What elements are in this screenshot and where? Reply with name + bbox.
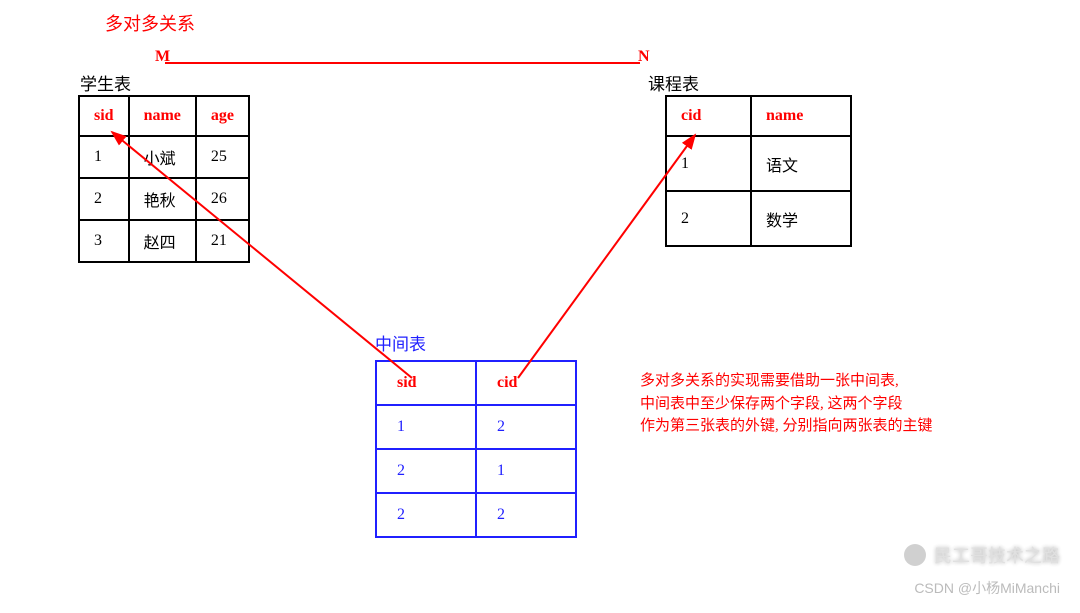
cell: 3 bbox=[79, 220, 129, 262]
table-row: 2 2 bbox=[376, 493, 576, 537]
table-row: 2 1 bbox=[376, 449, 576, 493]
junction-header-sid: sid bbox=[376, 361, 476, 405]
course-table-label: 课程表 bbox=[648, 70, 699, 95]
cell: 2 bbox=[476, 493, 576, 537]
wechat-icon bbox=[904, 544, 926, 566]
junction-table-label: 中间表 bbox=[375, 330, 426, 355]
cell: 数学 bbox=[751, 191, 851, 246]
student-header-age: age bbox=[196, 96, 249, 136]
desc-line: 中间表中至少保存两个字段, 这两个字段 bbox=[640, 396, 903, 412]
junction-table: sid cid 1 2 2 1 2 2 bbox=[375, 360, 577, 538]
diagram-title: 多对多关系 bbox=[105, 10, 195, 36]
brand-watermark: 民工哥技术之路 bbox=[904, 542, 1060, 568]
brand-text: 民工哥技术之路 bbox=[934, 542, 1060, 568]
cell: 2 bbox=[476, 405, 576, 449]
table-row: 1 小斌 25 bbox=[79, 136, 249, 178]
student-table: sid name age 1 小斌 25 2 艳秋 26 3 赵四 21 bbox=[78, 95, 250, 263]
course-table: cid name 1 语文 2 数学 bbox=[665, 95, 852, 247]
cell: 赵四 bbox=[129, 220, 196, 262]
cell: 2 bbox=[79, 178, 129, 220]
description-text: 多对多关系的实现需要借助一张中间表, 中间表中至少保存两个字段, 这两个字段 作… bbox=[640, 370, 1020, 438]
course-header-name: name bbox=[751, 96, 851, 136]
relation-line bbox=[165, 62, 640, 64]
cell: 艳秋 bbox=[129, 178, 196, 220]
student-table-label: 学生表 bbox=[80, 70, 131, 95]
csdn-watermark: CSDN @小杨MiManchi bbox=[914, 578, 1060, 598]
cell: 21 bbox=[196, 220, 249, 262]
student-header-name: name bbox=[129, 96, 196, 136]
table-row: 2 艳秋 26 bbox=[79, 178, 249, 220]
desc-line: 作为第三张表的外键, 分别指向两张表的主键 bbox=[640, 418, 933, 434]
cell: 小斌 bbox=[129, 136, 196, 178]
cell: 2 bbox=[376, 449, 476, 493]
cell: 1 bbox=[79, 136, 129, 178]
cell: 2 bbox=[376, 493, 476, 537]
cell: 1 bbox=[376, 405, 476, 449]
desc-line: 多对多关系的实现需要借助一张中间表, bbox=[640, 373, 899, 389]
table-row: 3 赵四 21 bbox=[79, 220, 249, 262]
student-header-sid: sid bbox=[79, 96, 129, 136]
course-header-cid: cid bbox=[666, 96, 751, 136]
junction-header-cid: cid bbox=[476, 361, 576, 405]
table-row: 1 2 bbox=[376, 405, 576, 449]
cell: 2 bbox=[666, 191, 751, 246]
cell: 25 bbox=[196, 136, 249, 178]
table-row: 1 语文 bbox=[666, 136, 851, 191]
cell: 语文 bbox=[751, 136, 851, 191]
cell: 1 bbox=[476, 449, 576, 493]
table-row: 2 数学 bbox=[666, 191, 851, 246]
cell: 26 bbox=[196, 178, 249, 220]
cell: 1 bbox=[666, 136, 751, 191]
